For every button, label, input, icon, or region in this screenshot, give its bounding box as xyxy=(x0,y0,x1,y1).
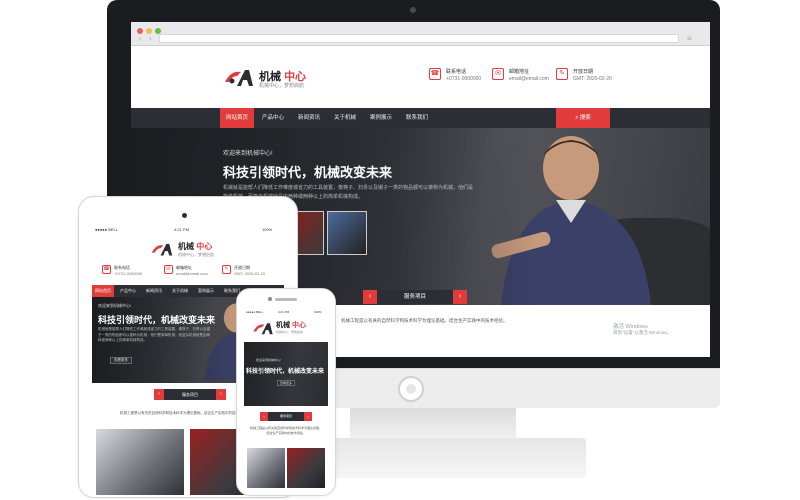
tablet-status-time: 4:21 PM xyxy=(174,227,189,232)
monitor-neck xyxy=(350,408,516,438)
tablet-nav-cases[interactable]: 案例展示 xyxy=(194,285,218,297)
tablet-hero-headline: 科技引领时代，机械改变未来 xyxy=(98,315,216,325)
tablet-camera-icon xyxy=(182,213,187,218)
tablet-services-heading: ‹ 服务项目 › xyxy=(154,389,226,400)
email-label: 邮箱地址 xyxy=(509,69,530,75)
search-button[interactable]: ⌕ 搜索 xyxy=(556,108,610,128)
webcam-icon xyxy=(410,7,416,13)
tablet-mail-icon: ✉ xyxy=(164,265,173,274)
menu-icon[interactable]: ≡ xyxy=(687,35,692,43)
brand-tagline: 机械中心，梦想启航 xyxy=(259,83,305,89)
phone-more-button[interactable]: 查看更多 xyxy=(277,380,295,386)
phone-chevron-right-icon[interactable]: › xyxy=(304,412,312,421)
site-header: 机械 中心 机械中心，梦想启航 ☎ 联系电话 +0731-0000000 ✉ 邮… xyxy=(131,46,710,108)
phone-icon: ☎ xyxy=(429,68,441,80)
thumbnail-2[interactable] xyxy=(327,211,367,255)
date-label: 开放日期 xyxy=(573,69,594,75)
tablet-nav-about[interactable]: 关于机械 xyxy=(168,285,192,297)
tablet-nav-news[interactable]: 新闻资讯 xyxy=(142,285,166,297)
phone-speaker xyxy=(275,298,297,301)
tablet-hero-welcome: 欢迎来到机械中心! xyxy=(98,303,132,308)
phone-brand-tagline: 机械中心，梦想启航 xyxy=(276,330,304,334)
browser-chrome: ‹ › ≡ xyxy=(131,22,710,46)
back-icon[interactable]: ‹ xyxy=(139,35,142,43)
nav-item-cases[interactable]: 案例展示 xyxy=(364,108,398,128)
phone-camera-icon xyxy=(268,297,272,301)
phone-status-time: 4:21 PM xyxy=(278,310,290,314)
chevron-left-icon[interactable]: ‹ xyxy=(363,290,377,304)
phone-hero-headline: 科技引领时代，机械改变未来 xyxy=(246,369,325,375)
phone-screen: ●●●●● BELL 4:21 PM 100% 机械 中心 机械中心，梦想启航 … xyxy=(244,308,328,491)
hero-welcome: 欢迎来到机械中心! xyxy=(223,151,273,157)
power-icon[interactable] xyxy=(398,376,424,402)
tablet-services-description: 机械工程是以有关的自然科学和技术科学为理论基础，结合生产实践中的技术经验。 xyxy=(120,411,250,415)
hero-headline: 科技引领时代，机械改变未来 xyxy=(223,165,393,180)
tablet-email-value: email@email.com xyxy=(176,271,208,276)
edit-icon: ✎ xyxy=(556,68,568,80)
tablet-brand-name: 机械 中心 xyxy=(178,242,213,251)
watermark-line2: 转到"设置"以激活 Windows。 xyxy=(613,330,672,335)
mail-icon: ✉ xyxy=(492,68,504,80)
tablet-edit-icon: ✎ xyxy=(222,265,231,274)
phone-label: 联系电话 xyxy=(446,69,467,75)
tablet-nav-products[interactable]: 产品中心 xyxy=(116,285,140,297)
phone-chevron-left-icon[interactable]: ‹ xyxy=(260,412,268,421)
phone-service-image-2[interactable] xyxy=(287,448,325,488)
nav-item-about[interactable]: 关于机械 xyxy=(328,108,362,128)
tablet-phone-icon: ☎ xyxy=(102,265,111,274)
nav-item-news[interactable]: 新闻资讯 xyxy=(292,108,326,128)
phone-device: ●●●●● BELL 4:21 PM 100% 机械 中心 机械中心，梦想启航 … xyxy=(236,288,336,496)
services-heading: ‹ 服务项目 › xyxy=(363,290,467,304)
phone-services-description: 机械工程是以有关的自然科学和技术科学为理论基础，结合生产实践中的技术经验。 xyxy=(250,426,322,435)
tablet-phone-value: +0731-0000000 xyxy=(114,271,143,276)
date-value: GMT: 2020-02-20 xyxy=(573,76,612,82)
tablet-brand-tagline: 机械中心，梦想启航 xyxy=(178,252,214,257)
phone-value: +0731-0000000 xyxy=(446,76,482,82)
services-description: 机械工程是以有关的自然科学和技术科学为理论基础，结合生产实践中的技术经验。 xyxy=(341,318,508,323)
phone-services-title: 服务项目 xyxy=(268,412,304,421)
phone-status-carrier: ●●●●● BELL xyxy=(246,310,264,314)
phone-brand-name: 机械 中心 xyxy=(276,322,306,329)
tablet-chevron-right-icon[interactable]: › xyxy=(216,389,226,400)
tablet-status-carrier: ●●●●● BELL xyxy=(95,227,118,232)
address-bar[interactable] xyxy=(159,34,679,43)
logo-icon xyxy=(225,70,253,86)
tablet-hero-description: 机械就是能帮人们降低工作难度或省力的工具装置，像筷子、扫帚以及镊子一类的物品都可… xyxy=(98,327,210,342)
tablet-date-value: GMT: 2020-02-20 xyxy=(234,271,266,276)
services-title: 服务项目 xyxy=(377,290,453,304)
tablet-service-image-1[interactable] xyxy=(96,429,184,495)
tablet-more-button[interactable]: 查看更多 xyxy=(110,357,132,364)
watermark-line1: 激活 Windows xyxy=(613,324,648,330)
main-nav: 网站首页 产品中心 新闻资讯 关于机械 案例展示 联系我们 ⌕ 搜索 xyxy=(131,108,710,128)
tablet-status-battery: 100% xyxy=(262,227,273,232)
phone-service-image-1[interactable] xyxy=(247,448,285,488)
tablet-logo-icon xyxy=(151,243,173,256)
nav-item-contact[interactable]: 联系我们 xyxy=(400,108,434,128)
chevron-right-icon[interactable]: › xyxy=(453,290,467,304)
phone-services-heading: ‹ 服务项目 › xyxy=(260,412,312,421)
forward-icon[interactable]: › xyxy=(149,35,152,43)
nav-item-home[interactable]: 网站首页 xyxy=(220,108,254,128)
phone-hero: 欢迎来到机械中心! 科技引领时代，机械改变未来 查看更多 xyxy=(244,342,328,406)
tablet-services-title: 服务项目 xyxy=(164,389,216,400)
email-value: email@email.com xyxy=(509,76,549,82)
phone-logo-icon xyxy=(253,323,273,335)
tablet-nav-home[interactable]: 网站首页 xyxy=(92,285,114,297)
tablet-chevron-left-icon[interactable]: ‹ xyxy=(154,389,164,400)
phone-status-battery: 100% xyxy=(314,310,322,314)
nav-item-products[interactable]: 产品中心 xyxy=(256,108,290,128)
phone-hero-welcome: 欢迎来到机械中心! xyxy=(256,358,281,362)
